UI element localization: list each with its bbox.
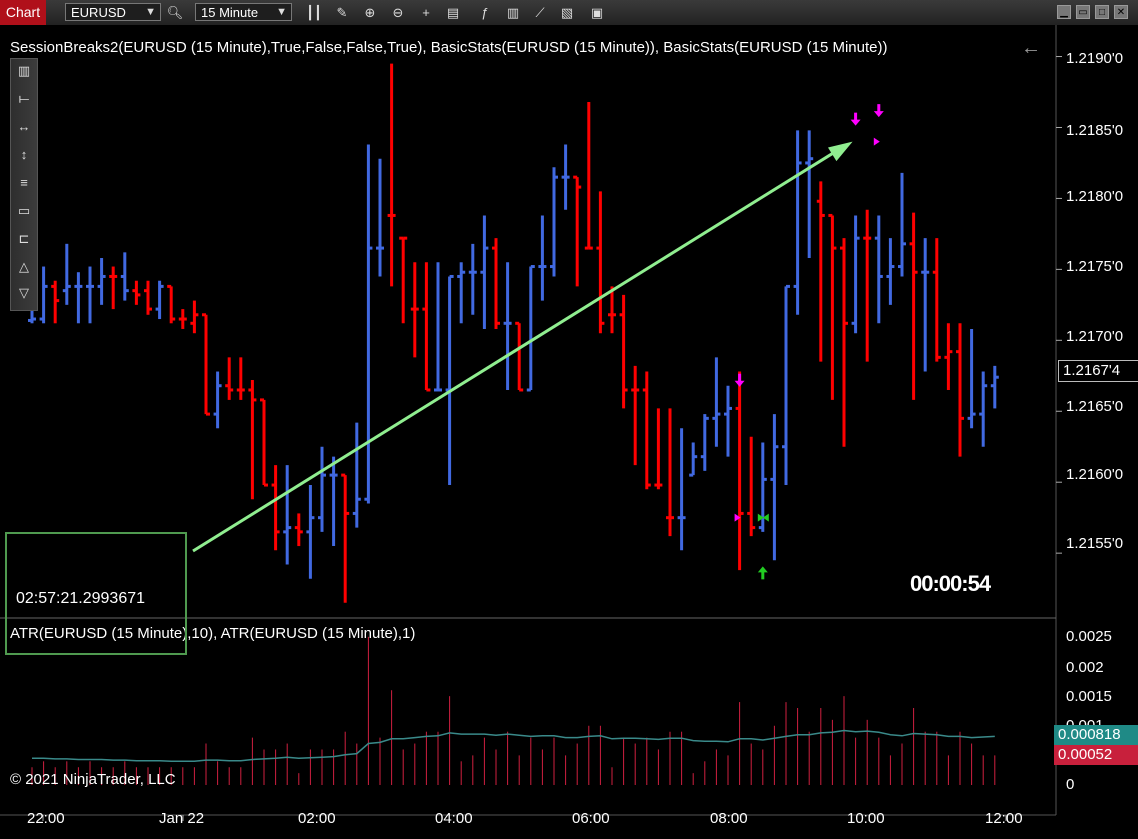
signal-down-arrow-icon — [873, 111, 884, 118]
zoom-out-icon[interactable]: ⊖ — [388, 3, 408, 22]
time-tick: Jan 22 — [159, 810, 205, 827]
draw-tool-icon[interactable]: ✎ — [332, 3, 352, 22]
trend-arrow-line — [192, 148, 840, 553]
price-tick: 1.2170'0 — [1066, 328, 1124, 345]
vertical-line-icon[interactable]: ↕ — [11, 143, 37, 167]
signal-triangle-icon — [873, 137, 880, 146]
signal-down-arrow-icon — [854, 112, 858, 121]
price-tick: 1.2160'0 — [1066, 466, 1124, 483]
atr10-line — [32, 729, 995, 763]
chart-panel[interactable]: SessionBreaks2(EURUSD (15 Minute),True,F… — [0, 25, 1138, 839]
time-tick: 22:00 — [27, 810, 65, 827]
price-tick: 1.2155'0 — [1066, 535, 1124, 552]
maximize-button[interactable]: □ — [1095, 5, 1109, 19]
chart-tab[interactable]: Chart — [0, 0, 46, 25]
price-tick: 1.2180'0 — [1066, 188, 1124, 205]
last-price-tag: 1.2167'4 — [1058, 360, 1138, 382]
signal-down-arrow-icon — [738, 373, 742, 382]
bar-timer: 00:00:54 — [910, 571, 991, 596]
zoom-in-icon[interactable]: ⊕ — [360, 3, 380, 22]
time-tick: 08:00 — [710, 810, 748, 827]
atr10-value-tag: 0.000818 — [1054, 725, 1138, 745]
strategies-icon[interactable]: ▥ — [503, 3, 523, 22]
chevron-down-icon: ▼ — [276, 6, 287, 18]
signal-down-arrow-icon — [734, 380, 745, 387]
line-tool-icon[interactable]: ⟝ — [11, 87, 37, 111]
rectangle-icon[interactable]: ▭ — [11, 199, 37, 223]
drawing-tools-bar: ▥ ⟝ ↔ ↕ ≡ ▭ ⊏ △ ▽ — [10, 58, 38, 311]
atr-tick: 0.0025 — [1066, 628, 1112, 645]
minimize-button[interactable]: ▁ — [1057, 5, 1071, 19]
indicator-title: SessionBreaks2(EURUSD (15 Minute),True,F… — [10, 39, 888, 56]
atr-tick: 0.002 — [1066, 659, 1104, 676]
signal-down-arrow-icon — [850, 119, 861, 126]
text-tool-icon[interactable]: ⊏ — [11, 227, 37, 251]
arrow-down-tool-icon[interactable]: ▽ — [11, 281, 37, 305]
signal-down-arrow-icon — [877, 104, 881, 113]
price-tick: 1.2175'0 — [1066, 258, 1124, 275]
properties-icon[interactable]: ▤ — [443, 3, 463, 22]
arrow-up-tool-icon[interactable]: △ — [11, 255, 37, 279]
instrument-selector[interactable]: EURUSD ▼ — [65, 3, 161, 21]
restore-button[interactable]: ▭ — [1076, 5, 1090, 19]
instrument-value: EURUSD — [71, 5, 126, 20]
price-tick: 1.2190'0 — [1066, 50, 1124, 67]
price-tick: 1.2165'0 — [1066, 398, 1124, 415]
time-readout: 02:57:21.2993671 — [16, 590, 146, 607]
indicators-icon[interactable]: ƒ — [475, 3, 495, 22]
time-tick: 06:00 — [572, 810, 610, 827]
time-tick: 02:00 — [298, 810, 336, 827]
atr-tick: 0 — [1066, 776, 1075, 793]
time-tick: 12:00 — [985, 810, 1023, 827]
chevron-down-icon: ▼ — [145, 6, 156, 18]
time-tick: 10:00 — [847, 810, 885, 827]
signal-up-arrow-icon — [757, 566, 768, 573]
interval-value: 15 Minute — [201, 5, 259, 20]
ruler-icon[interactable]: ▥ — [11, 59, 37, 83]
price-tick: 1.2185'0 — [1066, 122, 1124, 139]
interval-selector[interactable]: 15 Minute ▼ — [195, 3, 292, 21]
crosshair-icon[interactable]: + — [416, 3, 436, 22]
search-icon[interactable]: 🔍︎ — [165, 3, 185, 22]
trend-arrow-head — [827, 141, 853, 162]
share-icon[interactable]: ▣ — [587, 3, 607, 22]
atr-tick: 0.0015 — [1066, 688, 1112, 705]
signal-up-arrow-icon — [761, 571, 765, 580]
close-button[interactable]: ✕ — [1114, 5, 1128, 19]
templates-icon[interactable]: ▧ — [557, 3, 577, 22]
bar-type-icon[interactable]: ┃┃ — [304, 3, 324, 22]
extended-line-icon[interactable]: ↔ — [11, 115, 37, 139]
fibonacci-icon[interactable]: ≡ — [11, 171, 37, 195]
price-chart-canvas — [0, 25, 1062, 821]
atr1-value-tag: 0.00052 — [1054, 745, 1138, 765]
chart-toolbar: Chart EURUSD ▼ 🔍︎ 15 Minute ▼ ┃┃ ✎ ⊕ ⊖ +… — [0, 0, 1138, 26]
copyright-text: © 2021 NinjaTrader, LLC — [10, 771, 176, 788]
back-arrow-icon[interactable]: ← — [1021, 37, 1041, 60]
chart-trader-icon[interactable]: ⟋ — [530, 3, 550, 22]
time-tick: 04:00 — [435, 810, 473, 827]
